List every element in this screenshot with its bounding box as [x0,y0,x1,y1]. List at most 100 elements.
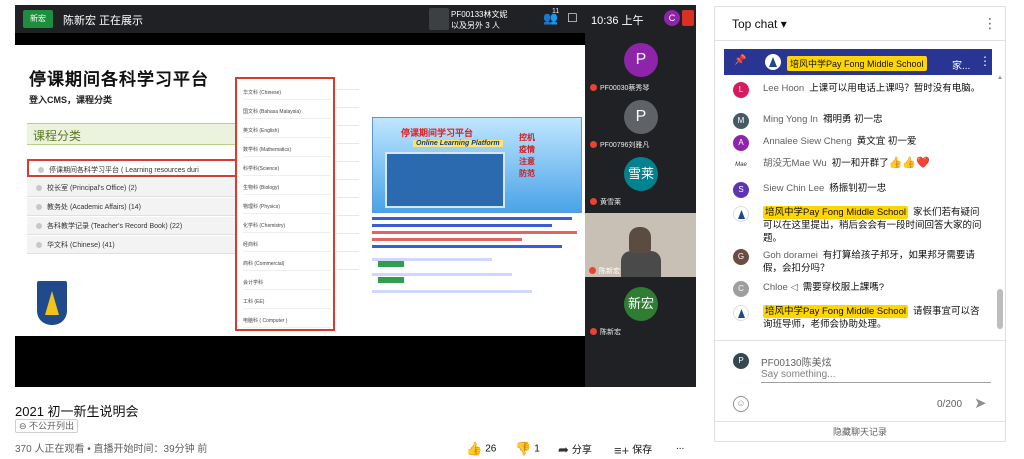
school-avatar [765,54,781,70]
pinned-message[interactable]: 📌 培风中学Pay Fong Middle School 家... ⋮ [724,49,992,75]
chat-message: 培风中学Pay Fong Middle School 家长们若有疑问可以在这里提出… [733,206,985,245]
subject-item: 华文科 (Chinese) [243,89,331,100]
mic-off-icon [590,84,597,91]
share-button[interactable]: ➦ 分享 [558,441,592,458]
subject-item: 电脑科 ( Computer ) [243,317,331,328]
presenter-label: 陈新宏 正在展示 [63,15,144,27]
message-text: 禤明勇 初一忠 [822,114,883,125]
privacy-label: 不公开列出 [29,421,75,431]
scroll-thumb[interactable] [997,289,1003,329]
participant-avatar: P [624,43,658,77]
author-avatar: G [733,249,749,265]
message-text: 上课可以用电话上课吗？暂时没有电脑。 [809,83,981,94]
author-name[interactable]: Goh doramei [763,250,818,261]
author-avatar: Mae [733,157,749,173]
char-counter: 0/200 [937,399,963,410]
participant-name: PF00796刘雅凡 [600,142,650,149]
like-button[interactable]: 👍 26 [466,441,496,457]
thumbs-down-icon: 👎 [515,441,532,456]
chat-icon[interactable]: ☐ [567,11,578,25]
author-name[interactable]: Chloe ◁ [763,282,798,293]
pinned-line1: PF00133林文妮 [451,10,508,19]
meet-top-bar: 新宏 陈新宏 正在展示 PF00133林文妮 以及另外 3 人 👥 11 ☐ 1… [15,5,696,33]
emoji-icon[interactable]: ☺ [733,396,749,412]
pinned-more-icon[interactable]: ⋮ [979,54,991,68]
author-name[interactable]: Ming Yong In [763,114,818,125]
save-button[interactable]: ≡+ 保存 [614,441,652,458]
chat-scrollbar[interactable]: ▲ [997,75,1003,339]
video-player[interactable]: 新宏 陈新宏 正在展示 PF00133林文妮 以及另外 3 人 👥 11 ☐ 1… [15,5,696,387]
category-row: 教务处 (Academic Affairs) (14) [27,198,239,216]
author-name[interactable]: Annalee Siew Cheng [763,136,852,147]
school-logo [37,281,67,325]
chat-message: C Chloe ◁ 需要穿校服上課嗎? [733,281,985,297]
chat-mode-dropdown[interactable]: Top chat ▾ [732,17,787,31]
share-icon: ➦ [558,442,569,458]
subject-item: 生物科 (Biology) [243,184,331,195]
playlist-add-icon: ≡+ [614,442,630,458]
owner-badge-name[interactable]: 培风中学Pay Fong Middle School [763,206,908,219]
page-root: 新宏 陈新宏 正在展示 PF00133林文妮 以及另外 3 人 👥 11 ☐ 1… [0,0,1024,459]
dislike-button[interactable]: 👎 1 [515,441,540,457]
slide-subtitle: 登入CMS，课程分类 [29,95,112,105]
dropdown-icon: ▾ [780,17,787,31]
subject-item: 物理科 (Physics) [243,203,331,214]
privacy-badge: ⊖ 不公开列出 [15,419,79,433]
banner-tag: 防范 [519,169,535,178]
top-right-button[interactable] [682,10,694,26]
banner-monitor-image [385,152,505,208]
category-row: 各科教学记录 (Teacher's Record Book) (22) [27,217,239,235]
pinned-author: 培风中学Pay Fong Middle School [787,56,927,71]
category-row: 停课期间各科学习平台 ( Learning resources duri [27,159,239,177]
live-chat: Top chat ▾ ⋮ 📌 培风中学Pay Fong Middle Schoo… [714,6,1006,442]
hide-chat-button[interactable]: 隐藏聊天记录 [715,421,1005,441]
chat-composer: P PF00130陈美炫 ☺ 0/200 ➤ 隐藏聊天记录 [715,340,1005,441]
author-name[interactable]: Siew Chin Lee [763,183,824,194]
category-row: 华文科 (Chinese) (41) [27,236,239,254]
banner-tag: 疫情 [519,145,535,154]
thumbs-up-icon: 👍 [466,441,483,456]
slide-green-button [378,277,404,283]
user-avatar[interactable]: C [664,10,680,26]
chat-mode-label: Top chat [732,17,778,31]
participant-name: PF00030蔡秀琴 [600,85,650,92]
pinned-thumbnail [429,8,449,30]
subject-list: 华文科 (Chinese) 国文科 (Bahasa Malaysia) 英文科 … [235,77,335,331]
pinned-line2: 以及另外 3 人 [451,21,500,30]
owner-badge-name[interactable]: 培风中学Pay Fong Middle School [763,305,908,318]
category-panel: 课程分类 停课期间各科学习平台 ( Learning resources dur… [27,123,239,273]
message-text: 需要穿校服上課嗎? [802,282,885,293]
presenter-logo: 新宏 [23,10,53,28]
pin-icon: 📌 [734,55,747,66]
school-avatar [733,206,749,222]
author-name[interactable]: Lee Hoon [763,83,804,94]
category-row: 校长室 (Principal's Office) (2) [27,179,239,197]
chat-message: S Siew Chin Lee 杨振钊初一忠 [733,182,985,198]
pinned-participant[interactable]: PF00133林文妮 以及另外 3 人 [429,8,539,30]
chat-menu-icon[interactable]: ⋮ [983,15,997,32]
banner-title: 停课期间学习平台 [401,128,474,138]
author-name[interactable]: 胡没无Mae Wu [763,158,827,169]
author-avatar: A [733,135,749,151]
chat-message: G Goh doramei 有打算给孩子邦牙，如果邦牙需要请假，会扣分吗？ [733,249,985,275]
people-count: 11 [552,8,560,15]
pinned-text: 家... [952,61,971,72]
chat-message: Mae 胡没无Mae Wu 初一和开群了👍👍❤️ [733,157,985,173]
message-text: 黄文宜 初一爱 [856,136,917,147]
subject-item: 工科 (EE) [243,298,331,309]
participant-name: 陈新宏 [600,329,621,336]
more-actions-button[interactable]: ... [676,441,684,452]
scroll-up-icon[interactable]: ▲ [997,75,1003,81]
category-header: 课程分类 [27,123,239,145]
camera-tile[interactable]: 陈新宏 [585,213,696,277]
subject-item: 商科 (Commercial) [243,260,331,271]
banner-tag: 控机 [519,133,535,142]
share-label: 分享 [571,445,592,456]
chat-input[interactable] [761,367,991,383]
chat-message: L Lee Hoon 上课可以用电话上课吗？暂时没有电脑。 [733,82,985,98]
watch-meta: 370 人正在观看 • 直播开始时间：39分钟 前 [15,444,208,455]
list-dividers [337,89,359,289]
participant-tiles: P PF00030蔡秀琴 P PF00796刘雅凡 雪莱 黄雪莱 陈新宏 新宏 … [585,33,696,387]
send-icon[interactable]: ➤ [974,394,987,412]
subject-item: 会计学科 [243,279,331,290]
